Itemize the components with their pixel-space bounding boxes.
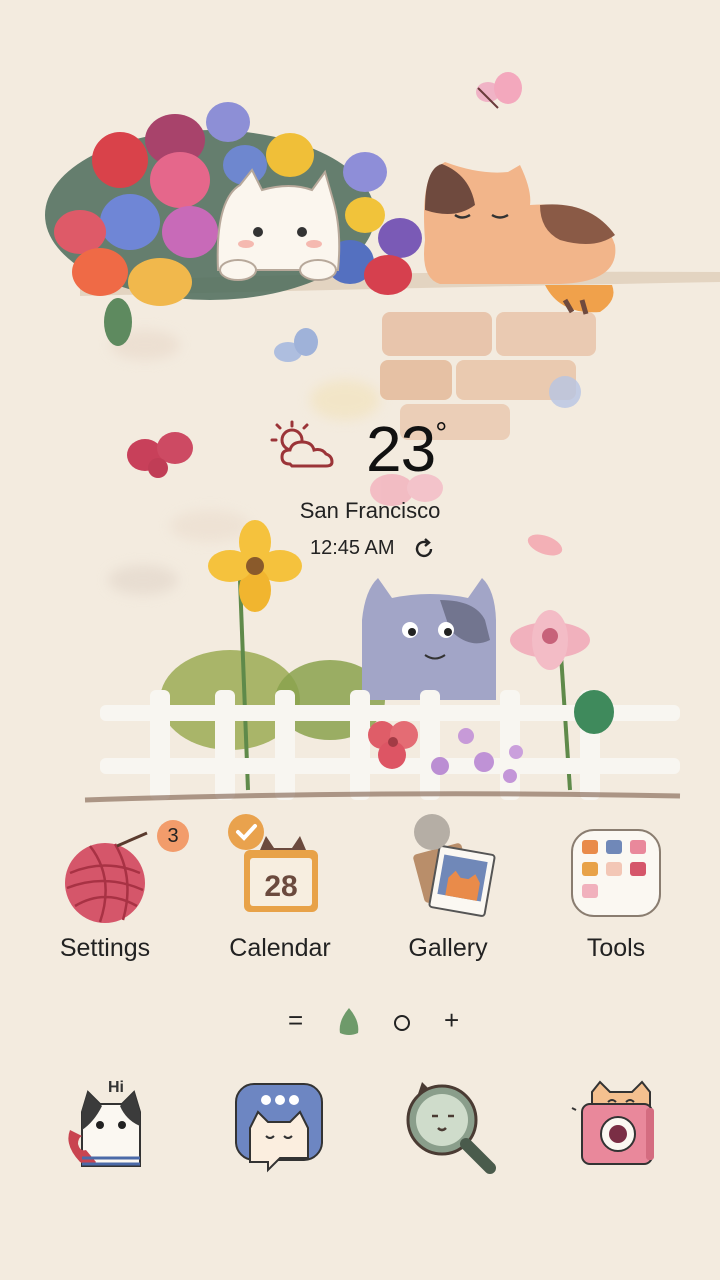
app-tools[interactable]: Tools: [536, 828, 696, 963]
calendar-day: 28: [264, 870, 297, 903]
app-gallery[interactable]: Gallery: [368, 814, 528, 963]
app-label: Calendar: [229, 934, 331, 962]
page-indicator: = +: [280, 1005, 480, 1041]
app-label: Settings: [59, 934, 151, 962]
sleeping-calico-cat-decoration: [424, 162, 616, 315]
add-page-button[interactable]: +: [444, 1005, 459, 1036]
app-calendar[interactable]: 28 Calendar: [200, 814, 360, 963]
dock-search[interactable]: [398, 1070, 508, 1180]
check-badge: [228, 814, 264, 850]
message-cat-icon: [235, 1083, 323, 1173]
camera-cat-icon: [571, 1080, 654, 1165]
app-label: Tools: [586, 934, 646, 962]
butterfly-red-decoration: [127, 432, 193, 478]
photo-frame-cat-icon: [398, 814, 498, 928]
greeting-text: Hi: [108, 1079, 124, 1096]
weather-update-time: 12:45 AM: [310, 537, 395, 559]
calendar-cat-icon: 28: [228, 814, 330, 928]
notification-badge: 3: [157, 820, 189, 852]
page-dot-icon[interactable]: [392, 1013, 412, 1033]
menu-page-button[interactable]: =: [288, 1005, 303, 1036]
tools-folder-icon: [566, 828, 666, 928]
temperature: 23°: [366, 412, 447, 486]
phone-cat-icon: Hi: [68, 1079, 141, 1167]
yarn-ball-icon: 3: [55, 820, 189, 928]
sun-behind-cloud-icon: [270, 420, 334, 468]
temperature-value: 23: [366, 413, 436, 485]
wallpaper-illustration: [0, 0, 720, 820]
dock-messages[interactable]: [228, 1070, 338, 1180]
butterfly-blue-decoration: [274, 328, 318, 362]
app-settings[interactable]: 3 Settings: [25, 820, 189, 963]
weather-city: San Francisco: [299, 498, 441, 523]
dock-phone[interactable]: Hi: [50, 1070, 160, 1180]
app-label: Gallery: [408, 934, 488, 962]
garden-fence-decoration: [84, 520, 681, 803]
refresh-icon[interactable]: [412, 537, 436, 561]
butterfly-pink-decoration: [476, 72, 522, 109]
status-dot: [414, 814, 450, 850]
temperature-unit: °: [435, 416, 447, 450]
butterfly-lavender-decoration: [549, 376, 581, 408]
dock-camera[interactable]: [570, 1070, 680, 1180]
leaf-page-current-icon[interactable]: [336, 1007, 362, 1037]
search-magnifier-cat-icon: [406, 1082, 496, 1174]
